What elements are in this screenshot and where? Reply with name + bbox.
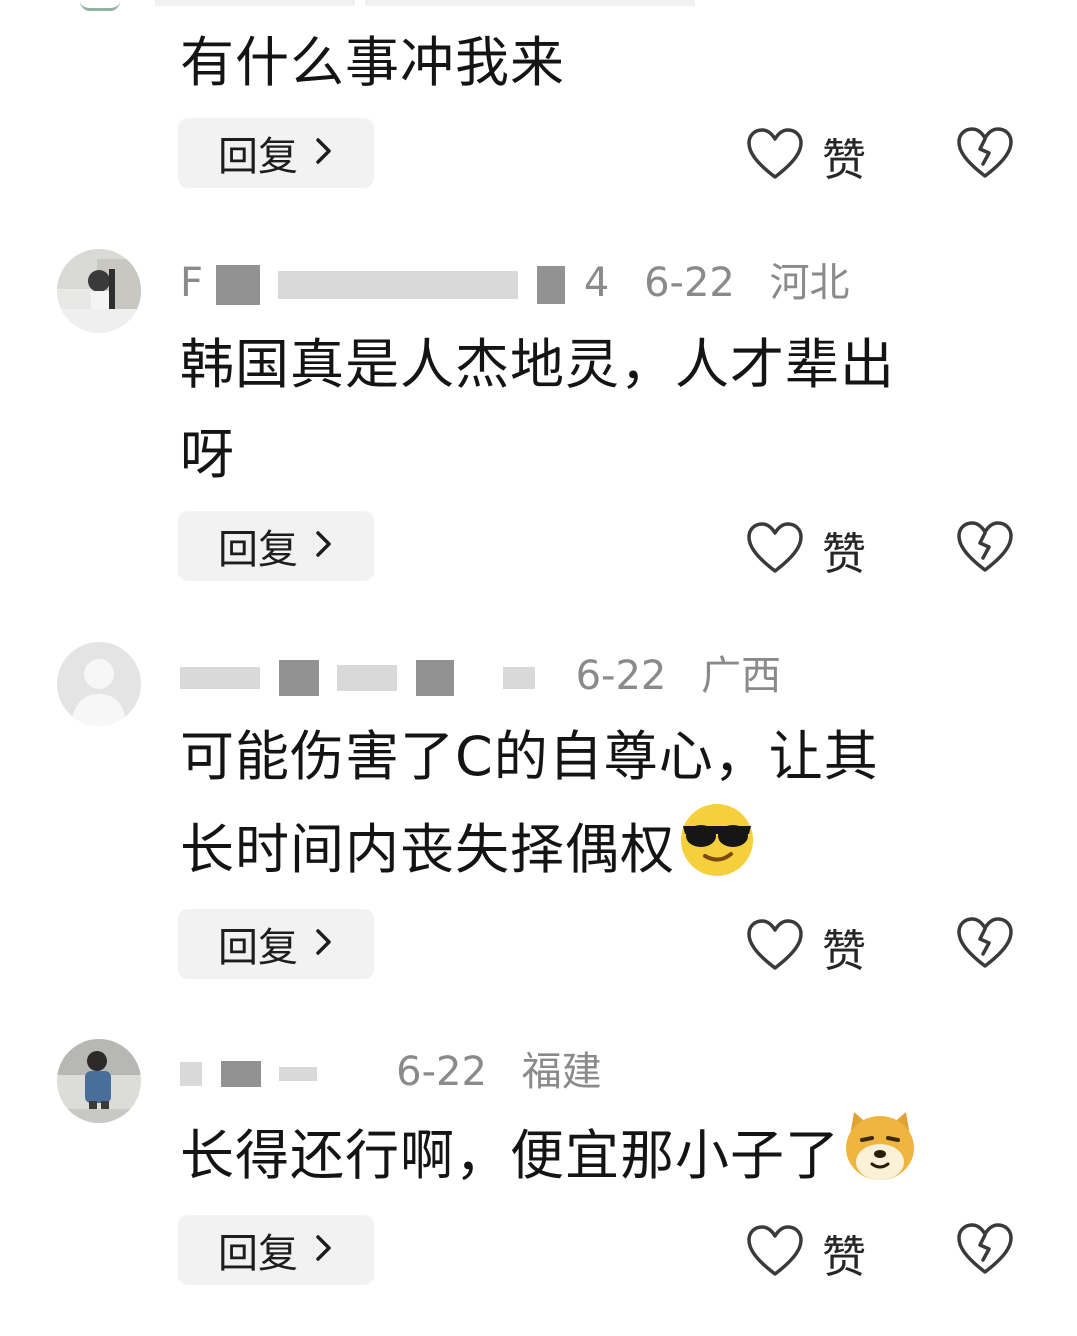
reply-button[interactable]: 回复	[178, 909, 374, 979]
broken-heart-icon[interactable]	[956, 1222, 1014, 1280]
comment-line: 长时间内丧失择偶权	[180, 818, 675, 882]
comment-meta: F 4 6-22 河北	[180, 253, 850, 313]
reply-label: 回复	[218, 925, 298, 971]
reply-button[interactable]: 回复	[178, 118, 374, 188]
chevron-right-icon	[314, 921, 334, 967]
comment-line: 长得还行啊，便宜那小子了	[180, 1124, 840, 1188]
broken-heart-icon[interactable]	[956, 916, 1014, 974]
username-redaction	[278, 660, 319, 696]
broken-heart-icon[interactable]	[956, 520, 1014, 578]
comment-date: 6-22	[396, 1049, 487, 1095]
comment-date: 6-22	[575, 653, 667, 699]
like-button[interactable]: 赞	[746, 518, 866, 582]
heart-outline-icon	[746, 127, 804, 185]
chevron-right-icon	[314, 130, 334, 176]
reply-button[interactable]: 回复	[178, 511, 374, 581]
avatar[interactable]	[57, 249, 141, 333]
reply-label: 回复	[218, 134, 298, 180]
username-redaction	[220, 1061, 261, 1087]
username-redaction	[215, 265, 260, 305]
comment-line-with-emoji: 长得还行啊，便宜那小子了	[180, 1108, 920, 1211]
comment-location: 河北	[769, 260, 850, 306]
reply-label: 回复	[218, 1231, 298, 1277]
avatar[interactable]	[57, 1039, 141, 1123]
comment-line-with-emoji: 长时间内丧失择偶权	[180, 802, 879, 905]
like-button[interactable]: 赞	[746, 915, 866, 979]
sunglasses-emoji	[675, 802, 759, 905]
chevron-right-icon	[314, 1227, 334, 1273]
comment-line: 韩国真是人杰地灵，人才辈出	[180, 333, 895, 396]
avatar[interactable]	[57, 642, 141, 726]
chevron-right-icon	[314, 523, 334, 569]
comment-meta: 6-22 广西	[180, 646, 781, 706]
username-fragment: F	[180, 260, 204, 306]
top-cutoff-fragment	[80, 0, 120, 11]
comment-location: 广西	[701, 653, 782, 699]
comment-text: 有什么事冲我来	[180, 18, 565, 108]
comment-date: 6-22	[644, 260, 735, 306]
username-redaction	[180, 667, 260, 689]
comment-line: 有什么事冲我来	[180, 31, 565, 94]
reply-button[interactable]: 回复	[178, 1215, 374, 1285]
heart-outline-icon	[746, 521, 804, 579]
top-cutoff-bar	[365, 0, 695, 6]
like-label: 赞	[822, 926, 866, 977]
comment-line: 呀	[180, 423, 235, 486]
doge-emoji	[840, 1108, 920, 1211]
broken-heart-icon[interactable]	[956, 126, 1014, 184]
username-fragment: 4	[583, 260, 610, 306]
heart-outline-icon	[746, 1224, 804, 1282]
username-redaction	[416, 660, 455, 696]
like-label: 赞	[822, 529, 866, 580]
username-redaction	[180, 1062, 202, 1086]
username-redaction	[537, 266, 566, 304]
like-label: 赞	[822, 135, 866, 186]
username-redaction	[278, 271, 519, 299]
comment-text: 长得还行啊，便宜那小子了	[180, 1108, 920, 1211]
username-redaction	[337, 665, 398, 691]
top-cutoff-bar	[155, 0, 355, 6]
like-label: 赞	[822, 1232, 866, 1283]
like-button[interactable]: 赞	[746, 124, 866, 188]
heart-outline-icon	[746, 918, 804, 976]
username-redaction	[279, 1067, 318, 1081]
comment-meta: 6-22 福建	[180, 1042, 602, 1102]
reply-label: 回复	[218, 527, 298, 573]
username-redaction	[502, 667, 535, 689]
comment-line: 可能伤害了C的自尊心，让其	[180, 725, 879, 788]
comment-text: 韩国真是人杰地灵，人才辈出 呀	[180, 320, 895, 500]
comment-location: 福建	[521, 1049, 602, 1095]
like-button[interactable]: 赞	[746, 1221, 866, 1285]
comment-text: 可能伤害了C的自尊心，让其 长时间内丧失择偶权	[180, 712, 879, 905]
